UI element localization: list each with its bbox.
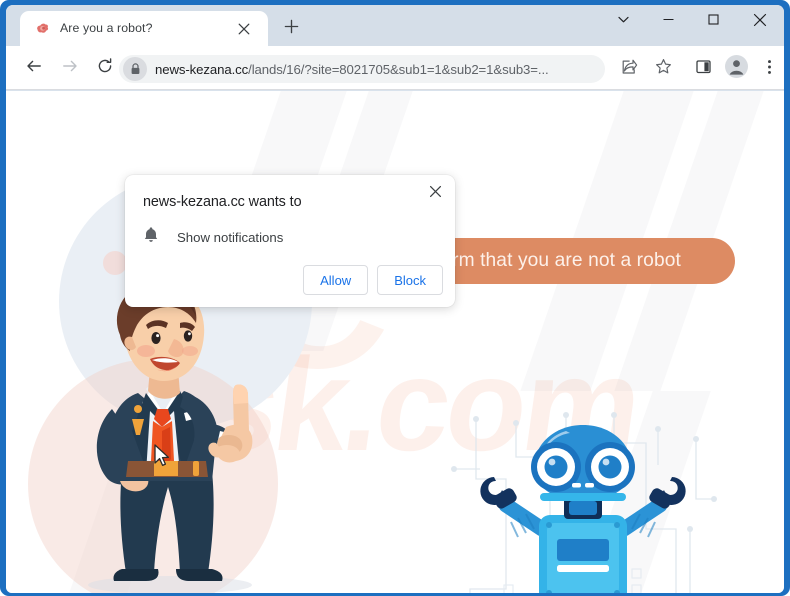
menu-button[interactable] xyxy=(756,56,782,82)
mouse-pointer-icon xyxy=(154,444,170,467)
side-panel-button[interactable] xyxy=(690,56,716,82)
allow-button[interactable]: Allow xyxy=(303,265,369,295)
blue-cartoon-robot xyxy=(451,412,717,593)
star-icon xyxy=(655,58,672,80)
minimize-button[interactable] xyxy=(646,5,691,39)
browser-window: Are you a robot? news-kezana.cc/lands/16… xyxy=(0,0,790,596)
dialog-buttons: Allow Block xyxy=(303,265,443,295)
tab-title: Are you a robot? xyxy=(60,21,153,35)
maximize-icon xyxy=(707,13,720,31)
reload-button[interactable] xyxy=(91,55,118,82)
address-bar[interactable]: news-kezana.cc/lands/16/?site=8021705&su… xyxy=(119,55,605,83)
red-blob-favicon xyxy=(34,20,51,37)
lock-icon[interactable] xyxy=(123,57,147,81)
bookmark-button[interactable] xyxy=(650,56,676,82)
url-text: news-kezana.cc/lands/16/?site=8021705&su… xyxy=(155,62,549,77)
share-button[interactable] xyxy=(616,56,642,82)
browser-tab[interactable]: Are you a robot? xyxy=(20,11,268,46)
url-path: /lands/16/?site=8021705&sub1=1&sub2=1&su… xyxy=(248,61,549,77)
side-panel-icon xyxy=(695,58,712,80)
share-icon xyxy=(621,58,638,80)
window-close-button[interactable] xyxy=(736,5,784,39)
back-button[interactable] xyxy=(20,55,47,82)
reload-icon xyxy=(96,57,114,80)
url-domain: news-kezana.cc xyxy=(155,61,249,77)
permission-row: Show notifications xyxy=(143,226,283,248)
block-button[interactable]: Block xyxy=(377,265,443,295)
new-tab-button[interactable] xyxy=(278,16,304,42)
page-viewport: PC risk.com xyxy=(6,91,784,593)
notification-permission-dialog: news-kezana.cc wants to Show notificatio… xyxy=(125,175,455,307)
profile-button[interactable] xyxy=(723,55,749,83)
close-icon xyxy=(753,13,767,32)
plus-icon xyxy=(284,19,299,39)
browser-toolbar: news-kezana.cc/lands/16/?site=8021705&su… xyxy=(6,46,784,90)
decor-dot xyxy=(103,251,127,275)
tab-strip: Are you a robot? xyxy=(6,5,784,46)
chevron-down-icon xyxy=(617,13,630,31)
dialog-title: news-kezana.cc wants to xyxy=(143,194,302,210)
profile-avatar-icon xyxy=(724,55,748,83)
dialog-close-button[interactable] xyxy=(424,183,446,205)
three-dot-menu-icon xyxy=(762,59,777,80)
minimize-icon xyxy=(662,13,675,31)
arrow-left-icon xyxy=(25,57,43,80)
tab-close-icon[interactable] xyxy=(234,19,254,39)
permission-label: Show notifications xyxy=(177,229,284,245)
bell-icon xyxy=(143,226,159,248)
browser-frame: Are you a robot? news-kezana.cc/lands/16… xyxy=(6,5,784,593)
window-controls xyxy=(601,5,784,39)
tab-search-button[interactable] xyxy=(601,5,646,39)
maximize-button[interactable] xyxy=(691,5,736,39)
forward-button[interactable] xyxy=(56,55,83,82)
cartoon-man-pointing-up xyxy=(88,282,253,593)
arrow-right-icon xyxy=(61,57,79,80)
close-icon xyxy=(429,185,442,203)
